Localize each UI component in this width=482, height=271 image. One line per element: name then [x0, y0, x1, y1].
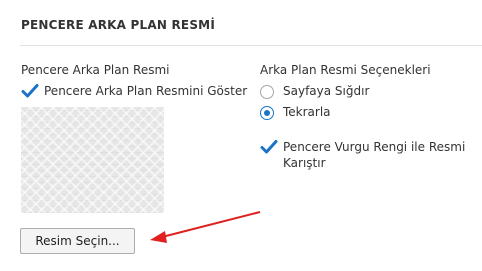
annotation-arrow-icon — [150, 211, 261, 243]
